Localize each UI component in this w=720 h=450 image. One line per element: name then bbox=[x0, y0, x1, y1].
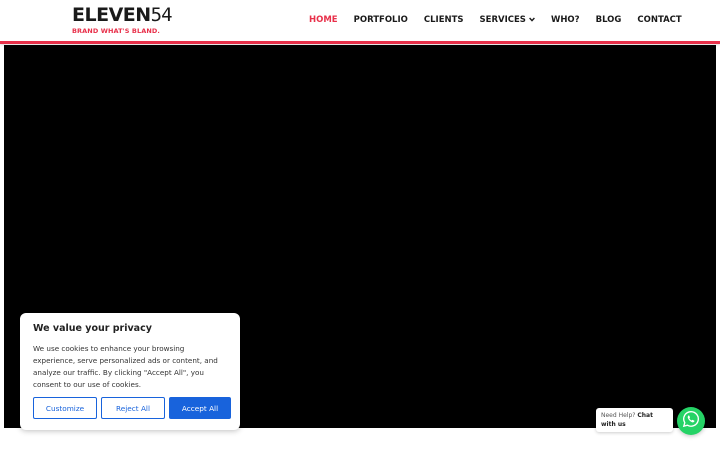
logo-number: 54 bbox=[150, 4, 173, 26]
chevron-down-icon bbox=[529, 15, 535, 25]
logo-tagline: BRAND WHAT'S BLAND. bbox=[72, 27, 160, 35]
nav-item-portfolio[interactable]: PORTFOLIO bbox=[354, 15, 408, 25]
site-header: ELEVEN54 BRAND WHAT'S BLAND. HOME PORTFO… bbox=[0, 0, 720, 44]
nav-item-services[interactable]: SERVICES bbox=[480, 15, 535, 25]
nav-item-blog[interactable]: BLOG bbox=[596, 15, 622, 25]
customize-button[interactable]: Customize bbox=[33, 397, 97, 419]
chat-prefix: Need Help? bbox=[601, 412, 636, 419]
whatsapp-button[interactable] bbox=[677, 407, 705, 435]
cookie-title: We value your privacy bbox=[33, 323, 152, 334]
nav-item-contact[interactable]: CONTACT bbox=[637, 15, 681, 25]
cookie-actions: Customize Reject All Accept All bbox=[33, 397, 231, 419]
chat-help-bubble[interactable]: Need Help? Chat with us bbox=[596, 408, 673, 432]
cookie-text: We use cookies to enhance your browsing … bbox=[33, 344, 218, 389]
whatsapp-icon bbox=[682, 410, 700, 432]
nav-item-home[interactable]: HOME bbox=[309, 15, 338, 25]
cookie-consent-banner: We value your privacy We use cookies to … bbox=[20, 313, 240, 430]
logo-wordmark: ELEVEN54 bbox=[72, 4, 173, 26]
nav-item-services-label: SERVICES bbox=[479, 15, 526, 25]
logo-name: ELEVEN bbox=[72, 4, 151, 26]
main-nav: HOME PORTFOLIO CLIENTS SERVICES WHO? BLO… bbox=[309, 15, 682, 25]
accept-all-button[interactable]: Accept All bbox=[169, 397, 231, 419]
brand-logo[interactable]: ELEVEN54 BRAND WHAT'S BLAND. bbox=[72, 4, 173, 39]
reject-all-button[interactable]: Reject All bbox=[101, 397, 165, 419]
nav-item-clients[interactable]: CLIENTS bbox=[424, 15, 464, 25]
nav-item-who[interactable]: WHO? bbox=[551, 15, 580, 25]
